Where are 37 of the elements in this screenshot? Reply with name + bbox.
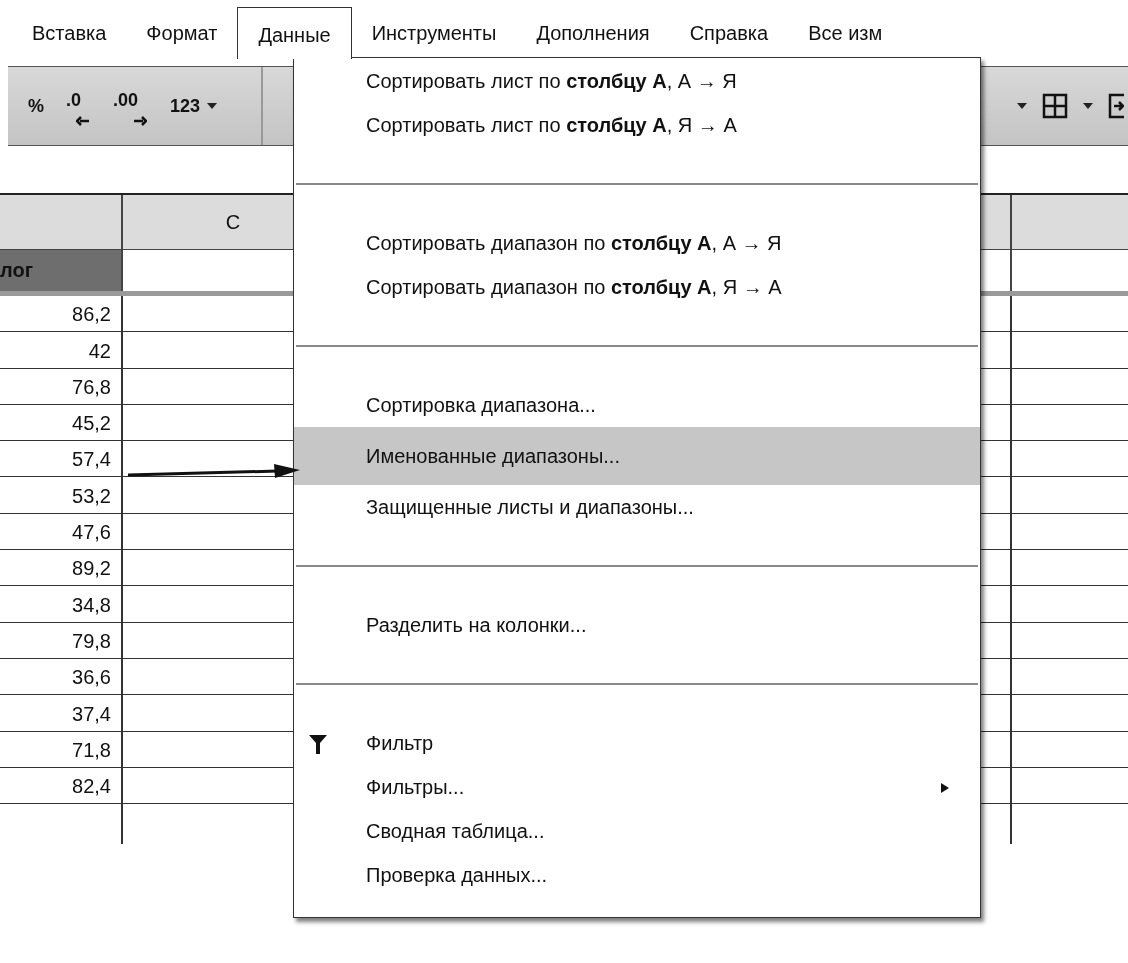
menu-bar-item[interactable]: Данные (237, 7, 352, 59)
menu-bar-item[interactable]: Инструменты (351, 6, 517, 58)
menu-item[interactable]: Сортировка диапазона... (294, 383, 980, 427)
menu-item[interactable]: Проверка данных... (294, 853, 980, 897)
percent-button[interactable]: % (28, 92, 44, 120)
table-cell: 79,8 (0, 622, 123, 658)
menu-item[interactable]: Разделить на колонки... (294, 603, 980, 647)
menu-item[interactable]: Сортировать лист по столбцу А, Я → А (294, 103, 980, 147)
menu-bar-item[interactable]: Формат (126, 6, 238, 58)
table-cell: 76,8 (0, 368, 123, 404)
menu-item[interactable]: Защищенные листы и диапазоны... (294, 485, 980, 529)
menu-bar-item[interactable]: Дополнения (516, 6, 670, 58)
table-cell: 53,2 (0, 477, 123, 513)
table-cell: лог (0, 250, 123, 291)
table-cell: 42 (0, 332, 123, 368)
increase-decimals-button[interactable]: .00 (113, 86, 149, 126)
number-format-button[interactable]: 123 (170, 92, 219, 120)
table-cell: 45,2 (0, 404, 123, 441)
menu-bar-item[interactable]: Все изм (788, 6, 903, 58)
menu-item[interactable]: Фильтр (294, 721, 980, 765)
menu-item[interactable]: Именованные диапазоны... (294, 427, 980, 485)
table-cell: 89,2 (0, 550, 123, 586)
table-cell: 82,4 (0, 767, 123, 804)
menu-item[interactable]: Фильтры... (294, 765, 980, 809)
table-cell: 47,6 (0, 513, 123, 550)
menu-item[interactable]: Сортировать лист по столбцу А, А → Я (294, 59, 980, 103)
table-cell: 57,4 (0, 441, 123, 477)
table-cell: 71,8 (0, 731, 123, 767)
table-cell: 37,4 (0, 695, 123, 731)
table-cell: 36,6 (0, 658, 123, 695)
menu-bar-item[interactable]: Вставка (12, 6, 127, 58)
menu-item[interactable]: Сводная таблица... (294, 809, 980, 853)
table-cell: 86,2 (0, 296, 123, 332)
table-cell: 34,8 (0, 586, 123, 622)
menu-bar-item[interactable]: Справка (669, 6, 789, 58)
menu-item[interactable]: Сортировать диапазон по столбцу А, Я → А (294, 265, 980, 309)
decrease-decimals-button[interactable]: .0 (66, 86, 92, 126)
